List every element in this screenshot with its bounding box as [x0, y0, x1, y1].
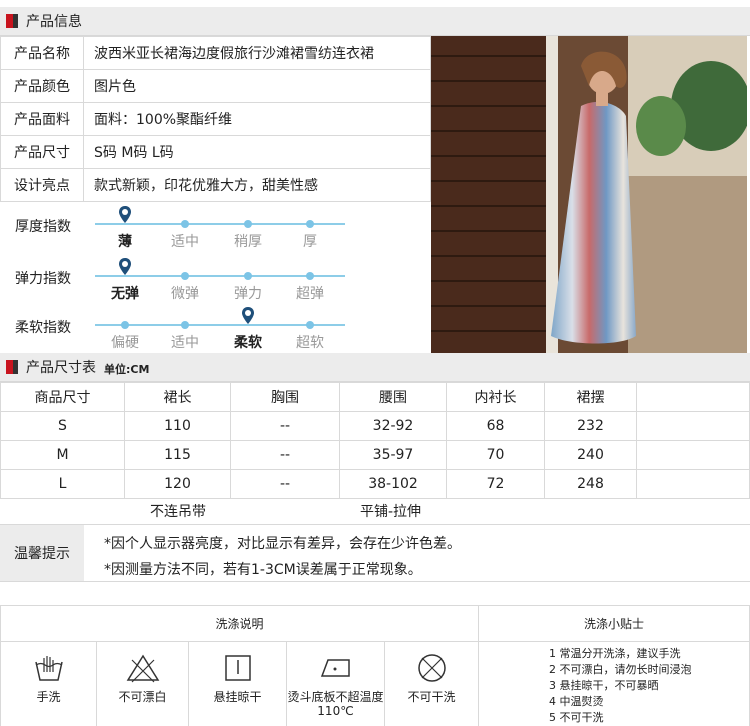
wash-tip: 2 不可漂白，请勿长时间浸泡	[549, 663, 692, 676]
index-dot	[244, 220, 252, 228]
no-tumble-dry-icon	[417, 654, 446, 682]
hang-dry-item: 悬挂晾干	[189, 642, 286, 719]
index-dot	[181, 321, 189, 329]
index-dot	[244, 272, 252, 280]
index-option: 薄	[118, 234, 132, 250]
info-row: 设计亮点 款式新颖，印花优雅大方，甜美性感	[0, 168, 431, 202]
size-table: 商品尺寸 裙长 胸围 腰围 内衬长 裙摆 S 110 -- 32-92 68 232 M1…	[0, 382, 750, 499]
wash-tip: 1 常温分开洗涤，建议手洗	[549, 647, 681, 660]
info-row: 产品名称 波西米亚长裙海边度假旅行沙滩裙雪纺连衣裙	[0, 36, 431, 70]
info-row: 产品尺寸 S码 M码 L码	[0, 135, 431, 169]
location-pin-icon	[119, 258, 131, 275]
softness-index: 柔软指数 偏硬 适中 柔软 超软	[0, 307, 431, 359]
index-option: 柔软	[234, 335, 262, 351]
info-row: 产品颜色 图片色	[0, 69, 431, 103]
table-row: M 115 -- 35-97 70 240	[0, 440, 750, 470]
wash-tip: 3 悬挂晾干，不可暴晒	[549, 679, 659, 692]
size-chart-header: 产品尺寸表 单位:CM	[0, 353, 750, 382]
no-bleach-icon	[126, 654, 159, 683]
index-option: 超弹	[296, 286, 324, 302]
wash-tip: 5 不可干洗	[549, 711, 604, 724]
size-note-method: 平铺-拉伸	[360, 504, 422, 520]
tip-line: *因个人显示器亮度，对比显示有差异，会存在少许色差。	[104, 536, 461, 552]
wash-icons-row: 手洗 不可漂白 悬挂晾干 烫斗底板不超温度110℃ 不可干洗 1 常温分开洗涤，…	[0, 641, 750, 726]
index-dot	[306, 220, 314, 228]
wash-tip: 4 中温熨烫	[549, 695, 604, 708]
table-row: S 110 -- 32-92 68 232	[0, 411, 750, 441]
tip-line: *因测量方法不同，若有1-3CM误差属于正常现象。	[104, 562, 422, 578]
no-bleach-item: 不可漂白	[97, 642, 188, 719]
index-option: 稍厚	[234, 234, 262, 250]
index-option: 适中	[171, 335, 199, 351]
index-option: 无弹	[111, 286, 139, 302]
hand-wash-item: 手洗	[1, 642, 96, 719]
info-row: 产品面料 面料：100%聚酯纤维	[0, 102, 431, 136]
iron-item: 烫斗底板不超温度110℃	[287, 642, 384, 719]
wash-table: 洗涤说明 洗涤小贴士 手洗 不可漂白 悬挂晾干 烫斗底板不超温度110℃ 不可干…	[0, 605, 750, 726]
unit-label: 单位:CM	[104, 362, 150, 376]
index-option: 超软	[296, 335, 324, 351]
section-title: 产品信息	[26, 14, 82, 30]
tips-label: 温馨提示	[0, 525, 84, 581]
table-header-row: 商品尺寸 裙长 胸围 腰围 内衬长 裙摆	[0, 382, 750, 412]
no-dry-clean-item: 不可干洗	[385, 642, 478, 719]
index-dot	[306, 321, 314, 329]
index-option: 厚	[303, 234, 317, 250]
thickness-index: 厚度指数 薄适中 稍厚厚	[0, 206, 431, 258]
index-dot	[181, 220, 189, 228]
index-dot	[121, 321, 129, 329]
product-info-header: 产品信息	[0, 7, 750, 36]
product-photo	[431, 36, 747, 353]
wash-tips-header: 洗涤小贴士	[478, 605, 750, 642]
section-flag-icon	[6, 360, 18, 374]
hang-dry-icon	[224, 655, 251, 681]
location-pin-icon	[242, 307, 254, 324]
hand-wash-icon	[34, 656, 63, 681]
iron-icon	[320, 659, 350, 677]
section-title: 产品尺寸表	[26, 360, 96, 376]
elasticity-index: 弹力指数 无弹 微弹 弹力 超弹	[0, 258, 431, 310]
index-option: 适中	[171, 234, 199, 250]
index-dot	[181, 272, 189, 280]
wash-header: 洗涤说明	[0, 605, 479, 642]
tips-box: 温馨提示 *因个人显示器亮度，对比显示有差异，会存在少许色差。 *因测量方法不同…	[0, 524, 750, 582]
location-pin-icon	[119, 206, 131, 223]
index-option: 弹力	[234, 286, 262, 302]
section-flag-icon	[6, 14, 18, 28]
model-photo-illustration	[431, 36, 747, 353]
size-note-strap: 不连吊带	[150, 504, 206, 520]
wash-tips-list: 1 常温分开洗涤，建议手洗 2 不可漂白，请勿长时间浸泡 3 悬挂晾干，不可暴晒…	[479, 642, 749, 726]
index-dot	[306, 272, 314, 280]
index-option: 微弹	[171, 286, 199, 302]
index-option: 偏硬	[111, 335, 139, 351]
table-row: L 120 -- 38-102 72 248	[0, 469, 750, 499]
wash-header-row: 洗涤说明 洗涤小贴士	[0, 605, 750, 642]
product-info-table: 产品名称 波西米亚长裙海边度假旅行沙滩裙雪纺连衣裙 产品颜色 图片色 产品面料 面料：…	[0, 36, 431, 202]
